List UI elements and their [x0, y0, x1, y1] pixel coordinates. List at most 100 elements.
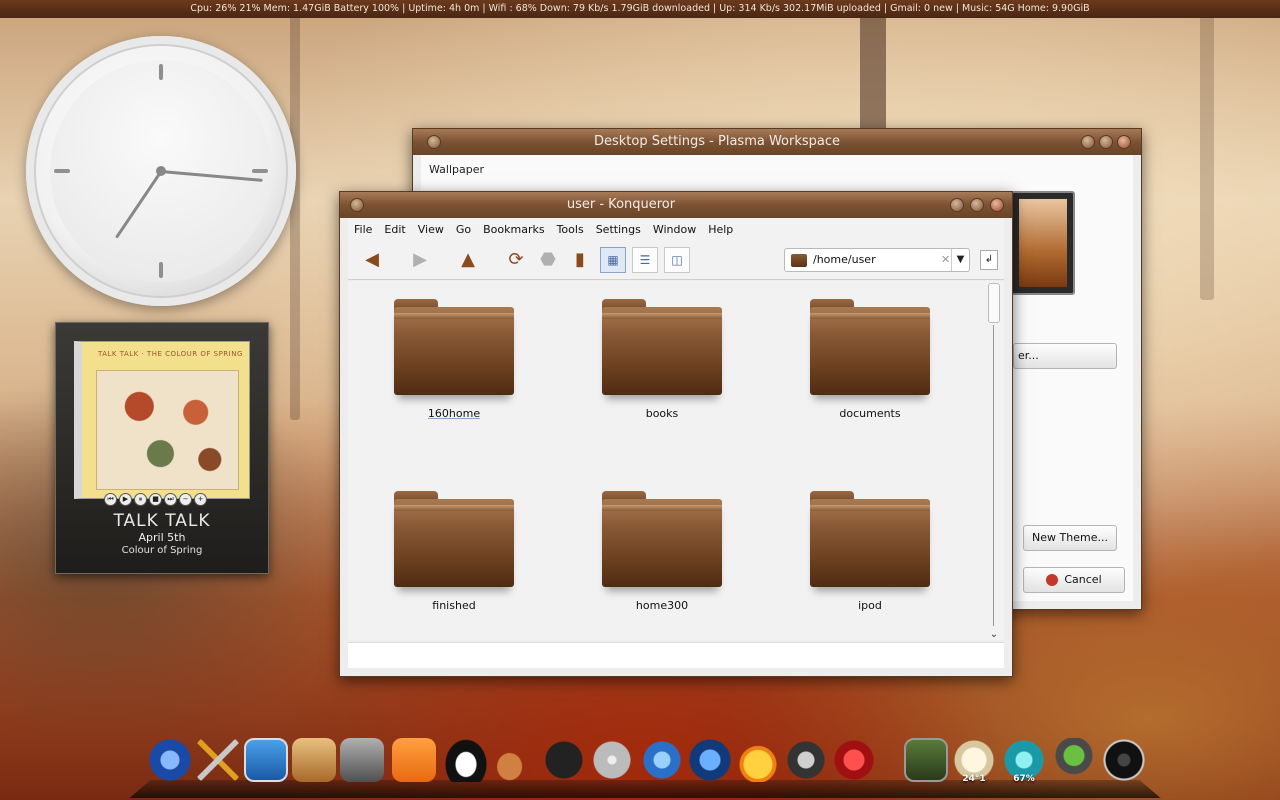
play-icon[interactable]: ▶	[119, 493, 132, 506]
terminal-icon[interactable]	[904, 738, 948, 782]
menu-bookmarks[interactable]: Bookmarks	[483, 223, 544, 236]
next-icon[interactable]: ⏭	[164, 493, 177, 506]
folder-item[interactable]: ipod	[794, 475, 934, 625]
pause-icon[interactable]: ⏸	[134, 493, 147, 506]
cancel-button[interactable]: Cancel	[1023, 567, 1125, 593]
clock-tick-3	[252, 169, 268, 173]
folder-item[interactable]: finished	[378, 475, 518, 625]
media-player-icon[interactable]	[148, 738, 192, 782]
tree-trunk	[1200, 0, 1214, 300]
folder-lip	[394, 505, 514, 511]
desktop-settings-titlebar[interactable]: Desktop Settings - Plasma Workspace	[413, 129, 1141, 155]
menu-view[interactable]: View	[418, 223, 444, 236]
go-icon[interactable]: ↲	[980, 250, 998, 270]
wifi-icon[interactable]: 67%	[1002, 738, 1046, 784]
konqueror-title: user - Konqueror	[566, 197, 676, 212]
detailed-view-icon[interactable]: ☰	[632, 247, 658, 273]
close-icon[interactable]	[1117, 135, 1131, 149]
konqueror-window[interactable]: user - Konqueror File Edit View Go Bookm…	[339, 191, 1013, 677]
menu-tools[interactable]: Tools	[557, 223, 584, 236]
wallpaper-browse-button[interactable]: er...	[1013, 343, 1117, 369]
album-cover: TALK TALK · THE COLOUR OF SPRING	[74, 341, 250, 499]
konqueror-titlebar[interactable]: user - Konqueror	[340, 192, 1012, 218]
system-status-bar: Cpu: 26% 21% Mem: 1.47GiB Battery 100% |…	[0, 0, 1280, 18]
location-dropdown-icon[interactable]: ▼	[951, 249, 969, 271]
camera-icon[interactable]	[340, 738, 384, 782]
scroll-down-icon[interactable]: ⌄	[988, 629, 1000, 640]
new-theme-button[interactable]: New Theme...	[1023, 525, 1117, 551]
guitar-icon[interactable]	[492, 738, 536, 782]
menu-help[interactable]: Help	[708, 223, 733, 236]
folder-label: ipod	[858, 599, 882, 612]
folder-icon	[810, 499, 930, 587]
rss-icon[interactable]	[392, 738, 436, 782]
menu-settings[interactable]: Settings	[596, 223, 641, 236]
folder-label: home300	[635, 599, 689, 612]
scrollbar-thumb[interactable]	[988, 283, 1000, 323]
menu-go[interactable]: Go	[456, 223, 471, 236]
folder-label: documents	[839, 407, 901, 420]
close-icon[interactable]	[990, 198, 1004, 212]
minimize-icon[interactable]	[1081, 135, 1095, 149]
wallpaper-preview-image	[1019, 199, 1067, 287]
stop-icon[interactable]: ⬣	[536, 248, 560, 272]
tux-icon[interactable]	[444, 738, 488, 782]
folder-icon	[394, 499, 514, 587]
location-bar[interactable]: /home/user ✕ ▼	[784, 248, 970, 272]
menu-file[interactable]: File	[354, 223, 372, 236]
clock-minute-hand	[160, 170, 263, 182]
menu-edit[interactable]: Edit	[384, 223, 405, 236]
clear-location-icon[interactable]: ✕	[941, 249, 950, 271]
menu-bar: File Edit View Go Bookmarks Tools Settin…	[348, 218, 1004, 240]
album-cover-title: TALK TALK · THE COLOUR OF SPRING	[98, 350, 243, 358]
folder-icon	[602, 307, 722, 395]
volume-down-icon[interactable]: −	[179, 493, 192, 506]
browser-icon[interactable]	[688, 738, 732, 782]
pidgin-icon[interactable]	[736, 738, 780, 782]
forward-icon[interactable]: ▶	[408, 248, 432, 272]
location-input[interactable]: /home/user	[813, 249, 876, 271]
folder-item[interactable]: books	[586, 283, 726, 433]
cancel-icon	[1046, 574, 1059, 586]
file-view[interactable]: 160home books documents finished home300…	[348, 281, 1004, 640]
dock: 24°1 67%	[129, 736, 1161, 800]
stop-icon[interactable]: ■	[149, 493, 162, 506]
trash-icon[interactable]	[1102, 738, 1146, 782]
up-icon[interactable]: ▲	[456, 248, 480, 272]
home-folder-icon[interactable]: ▮	[568, 248, 592, 272]
icon-view-icon[interactable]: ▦	[600, 247, 626, 273]
headphones-icon[interactable]	[784, 738, 828, 782]
previous-icon[interactable]: ⏮	[104, 493, 117, 506]
maximize-icon[interactable]	[970, 198, 984, 212]
back-icon[interactable]: ◀	[360, 248, 384, 272]
cancel-button-label: Cancel	[1064, 573, 1102, 586]
system-tools-icon[interactable]	[196, 738, 240, 782]
security-icon[interactable]	[832, 738, 876, 782]
folder-icon	[791, 254, 807, 267]
weather-icon[interactable]: 24°1	[952, 738, 996, 784]
folder-lip	[810, 313, 930, 319]
volume-up-icon[interactable]: +	[194, 493, 207, 506]
menu-window[interactable]: Window	[653, 223, 696, 236]
music-player-widget[interactable]: TALK TALK · THE COLOUR OF SPRING ⏮ ▶ ⏸ ■…	[55, 322, 269, 574]
clock-hour-hand	[115, 170, 163, 239]
minimize-icon[interactable]	[950, 198, 964, 212]
folder-item[interactable]: home300	[586, 475, 726, 625]
folder-lip	[394, 313, 514, 319]
plant-icon[interactable]	[1052, 738, 1096, 782]
vertical-scrollbar[interactable]: ⌄	[988, 281, 1000, 640]
analog-clock-widget[interactable]	[26, 36, 296, 306]
column-view-icon[interactable]: ◫	[664, 247, 690, 273]
dvd-icon[interactable]	[590, 738, 634, 782]
folder-lip	[602, 505, 722, 511]
lastfm-icon[interactable]	[542, 738, 586, 782]
editor-icon[interactable]	[292, 738, 336, 782]
folder-lip	[810, 505, 930, 511]
network-icon[interactable]	[640, 738, 684, 782]
folder-item[interactable]: 160home	[378, 283, 518, 433]
reload-icon[interactable]: ⟳	[504, 248, 528, 272]
toolbar: ◀ ▶ ▲ ⟳ ⬣ ▮ ▦ ☰ ◫ /home/user ✕ ▼ ↲	[348, 240, 1004, 280]
image-viewer-icon[interactable]	[244, 738, 288, 782]
folder-item[interactable]: documents	[794, 283, 934, 433]
maximize-icon[interactable]	[1099, 135, 1113, 149]
